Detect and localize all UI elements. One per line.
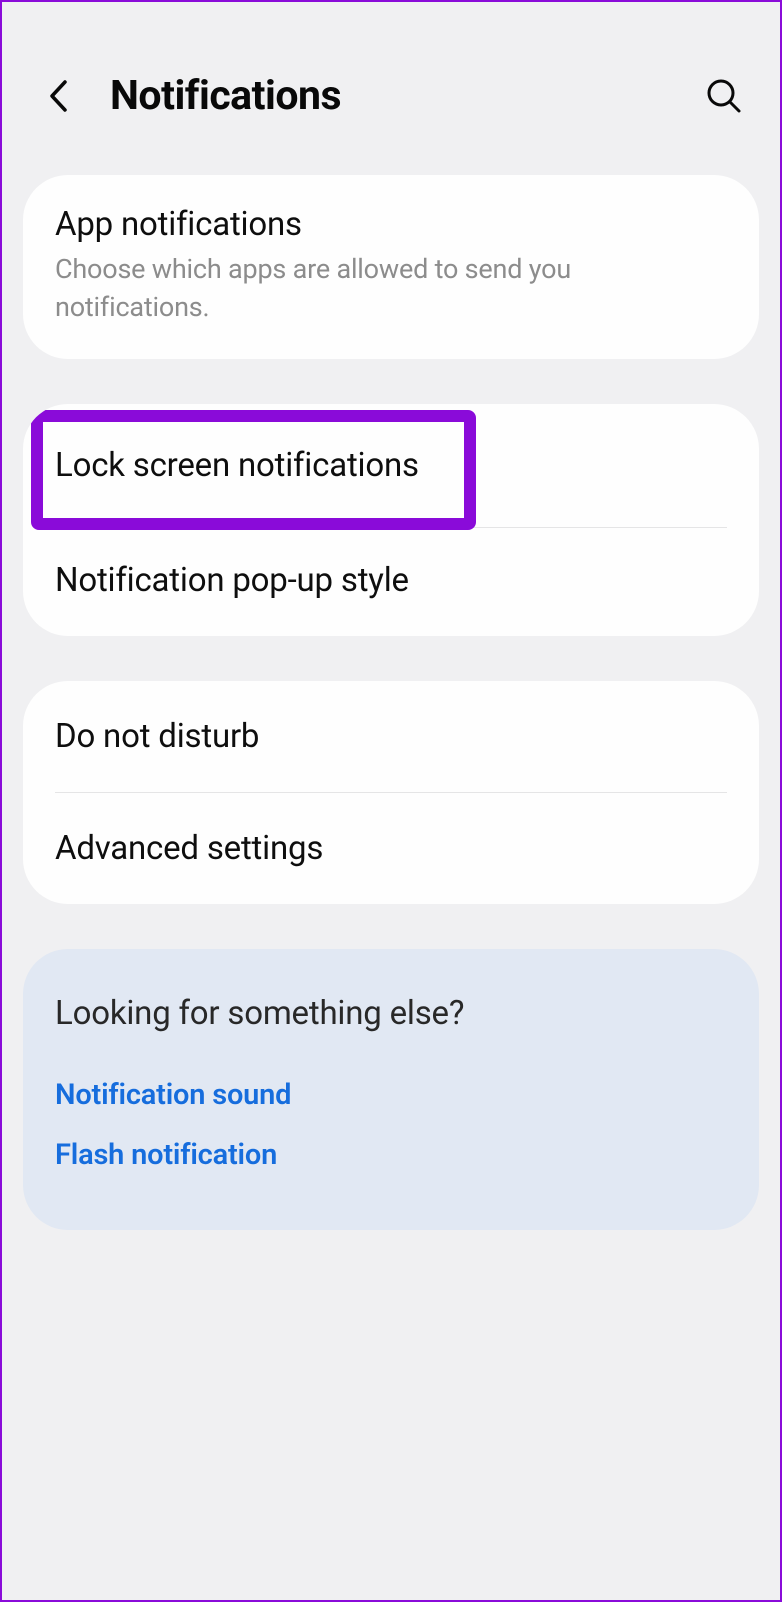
item-title: Notification pop-up style (55, 561, 727, 600)
page-title: Notifications (110, 72, 703, 120)
item-notification-popup-style[interactable]: Notification pop-up style (23, 528, 759, 636)
link-flash-notification[interactable]: Flash notification (55, 1125, 727, 1185)
item-title: App notifications (55, 205, 727, 244)
card-dnd-advanced: Do not disturb Advanced settings (23, 681, 759, 904)
back-icon[interactable] (44, 76, 72, 116)
search-icon[interactable] (703, 75, 745, 117)
item-subtitle: Choose which apps are allowed to send yo… (55, 251, 727, 327)
card-notification-style: Lock screen notifications Notification p… (23, 404, 759, 636)
item-title: Do not disturb (55, 717, 727, 756)
item-app-notifications[interactable]: App notifications Choose which apps are … (23, 175, 759, 359)
card-suggestions: Looking for something else? Notification… (23, 949, 759, 1230)
card-app-notifications: App notifications Choose which apps are … (23, 175, 759, 359)
item-advanced-settings[interactable]: Advanced settings (23, 793, 759, 904)
suggestions-title: Looking for something else? (55, 994, 727, 1033)
item-title: Advanced settings (55, 829, 727, 868)
header: Notifications (2, 2, 780, 175)
link-notification-sound[interactable]: Notification sound (55, 1065, 727, 1125)
item-lock-screen-notifications[interactable]: Lock screen notifications (23, 404, 759, 527)
item-do-not-disturb[interactable]: Do not disturb (23, 681, 759, 792)
item-title: Lock screen notifications (55, 446, 727, 485)
